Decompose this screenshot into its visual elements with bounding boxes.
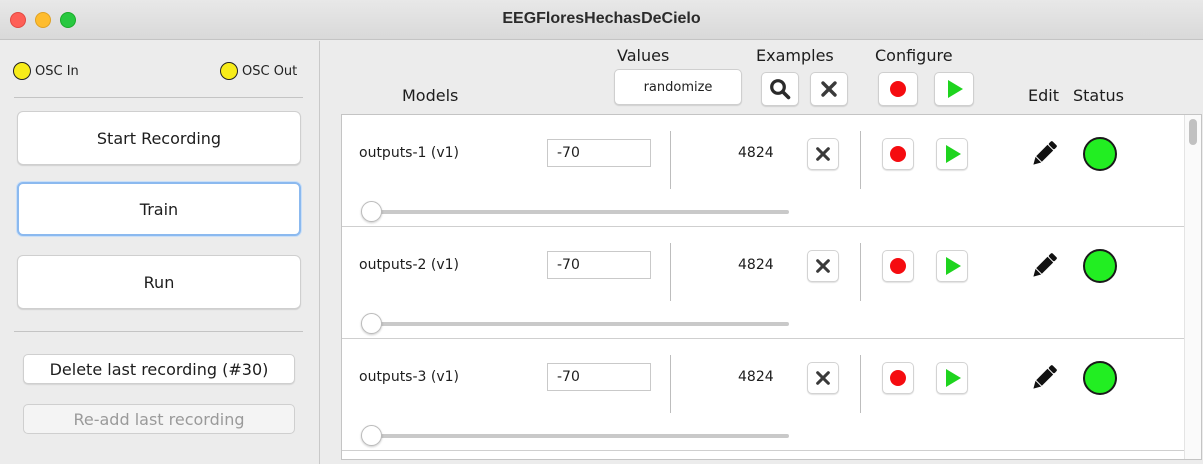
example-count: 4824 xyxy=(738,145,774,161)
run-button[interactable]: Run xyxy=(17,255,301,309)
delete-examples-button[interactable] xyxy=(807,362,839,394)
model-row: outputs-2 (v1) -70 4824 xyxy=(342,227,1185,339)
model-status-indicator xyxy=(1083,361,1117,395)
osc-in-led-icon xyxy=(13,62,31,80)
search-icon xyxy=(770,79,791,100)
run-model-button[interactable] xyxy=(936,138,968,170)
delete-examples-button[interactable] xyxy=(807,250,839,282)
column-divider xyxy=(670,243,671,301)
edit-model-button[interactable] xyxy=(1027,249,1061,283)
model-row: outputs-3 (v1) -70 4824 xyxy=(342,339,1185,451)
configure-header: Configure xyxy=(875,46,953,65)
delete-examples-button[interactable] xyxy=(807,138,839,170)
column-divider xyxy=(670,355,671,413)
play-icon xyxy=(946,369,961,387)
record-icon xyxy=(890,258,906,274)
close-icon xyxy=(821,81,837,97)
column-divider xyxy=(670,131,671,189)
readd-last-recording-button[interactable]: Re-add last recording xyxy=(23,404,295,434)
delete-last-recording-button[interactable]: Delete last recording (#30) xyxy=(23,354,295,384)
model-name: outputs-3 (v1) xyxy=(359,369,459,385)
record-icon xyxy=(890,370,906,386)
model-slider-track xyxy=(369,434,789,438)
play-icon xyxy=(946,257,961,275)
values-header: Values xyxy=(617,46,670,65)
model-value-field[interactable]: -70 xyxy=(547,251,651,279)
title-bar: EEGFloresHechasDeCielo xyxy=(0,0,1203,40)
model-row: outputs-1 (v1) -70 4824 xyxy=(342,115,1185,227)
record-model-button[interactable] xyxy=(882,138,914,170)
column-divider xyxy=(860,355,861,413)
model-slider-thumb[interactable] xyxy=(361,201,382,222)
pencil-icon xyxy=(1033,253,1057,277)
examples-header: Examples xyxy=(756,46,834,65)
vertical-scrollbar[interactable] xyxy=(1184,115,1201,459)
record-icon xyxy=(890,81,906,97)
edit-model-button[interactable] xyxy=(1027,361,1061,395)
run-model-button[interactable] xyxy=(936,250,968,282)
example-count: 4824 xyxy=(738,369,774,385)
osc-out-led-icon xyxy=(220,62,238,80)
play-icon xyxy=(948,80,963,98)
window-title: EEGFloresHechasDeCielo xyxy=(502,10,701,27)
record-all-button[interactable] xyxy=(878,72,918,106)
models-header: Models xyxy=(402,86,459,105)
model-name: outputs-2 (v1) xyxy=(359,257,459,273)
pencil-icon xyxy=(1033,141,1057,165)
model-status-indicator xyxy=(1083,137,1117,171)
model-status-indicator xyxy=(1083,249,1117,283)
play-icon xyxy=(946,145,961,163)
start-recording-button[interactable]: Start Recording xyxy=(17,111,301,165)
randomize-button[interactable]: randomize xyxy=(614,69,742,105)
model-value-field[interactable]: -70 xyxy=(547,363,651,391)
left-panel: OSC In OSC Out Start Recording Train Run… xyxy=(0,41,320,464)
close-icon xyxy=(816,147,830,161)
close-icon xyxy=(816,259,830,273)
model-slider-thumb[interactable] xyxy=(361,425,382,446)
osc-in-indicator: OSC In xyxy=(13,62,79,80)
status-header: Status xyxy=(1073,86,1124,105)
model-name: outputs-1 (v1) xyxy=(359,145,459,161)
edit-header: Edit xyxy=(1028,86,1059,105)
model-slider-track xyxy=(369,322,789,326)
model-slider-track xyxy=(369,210,789,214)
osc-in-label: OSC In xyxy=(35,63,79,79)
example-count: 4824 xyxy=(738,257,774,273)
search-examples-button[interactable] xyxy=(761,72,799,106)
model-slider-thumb[interactable] xyxy=(361,313,382,334)
models-list: outputs-1 (v1) -70 4824 outputs-2 (v1) -… xyxy=(341,114,1202,460)
column-divider xyxy=(860,131,861,189)
scrollbar-thumb[interactable] xyxy=(1189,119,1197,145)
column-divider xyxy=(860,243,861,301)
train-button[interactable]: Train xyxy=(17,182,301,236)
run-all-button[interactable] xyxy=(934,72,974,106)
run-model-button[interactable] xyxy=(936,362,968,394)
record-model-button[interactable] xyxy=(882,362,914,394)
edit-model-button[interactable] xyxy=(1027,137,1061,171)
pencil-icon xyxy=(1033,365,1057,389)
divider xyxy=(14,331,303,332)
app-window: EEGFloresHechasDeCielo OSC In OSC Out St… xyxy=(0,0,1203,464)
record-icon xyxy=(890,146,906,162)
clear-all-examples-button[interactable] xyxy=(810,72,848,106)
close-icon xyxy=(816,371,830,385)
record-model-button[interactable] xyxy=(882,250,914,282)
osc-out-indicator: OSC Out xyxy=(220,62,297,80)
osc-out-label: OSC Out xyxy=(242,63,298,79)
divider xyxy=(14,97,303,98)
model-value-field[interactable]: -70 xyxy=(547,139,651,167)
